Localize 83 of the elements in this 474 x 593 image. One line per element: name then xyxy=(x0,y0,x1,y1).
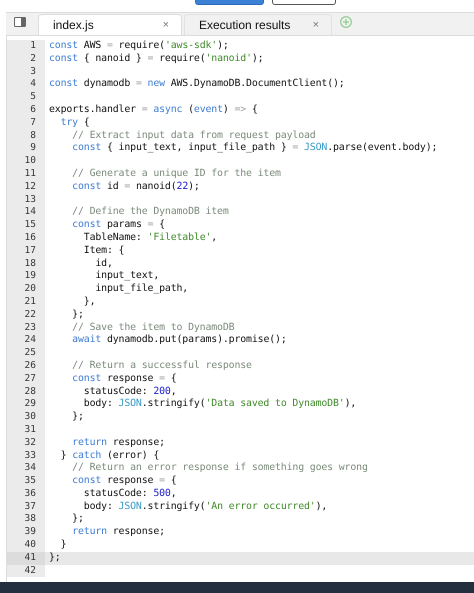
line-number: 5 xyxy=(7,91,45,104)
line-number: 1 xyxy=(7,40,45,53)
line-number: 21 xyxy=(7,296,45,309)
line-number: 37 xyxy=(7,500,45,514)
line-number: 23 xyxy=(7,322,45,334)
code-line: const response = { xyxy=(71,475,177,488)
line-number: 31 xyxy=(7,424,45,437)
editor-tab[interactable]: index.js × xyxy=(38,14,182,35)
code-line: try { xyxy=(60,116,90,130)
line-number: 35 xyxy=(7,475,45,488)
editor-tab[interactable]: Execution results × xyxy=(184,14,332,35)
code-line: const params = { xyxy=(71,219,165,232)
code-line: const dynamodb = new AWS.DynamoDB.DocumentClient(); xyxy=(48,78,345,92)
line-number: 39 xyxy=(7,526,45,540)
code-line: const id = nanoid(22); xyxy=(71,180,200,194)
line-number: 27 xyxy=(7,372,45,386)
line-number: 19 xyxy=(7,270,45,284)
line-number: 11 xyxy=(7,168,45,181)
line-number: 20 xyxy=(7,283,45,296)
line-number: 25 xyxy=(7,347,45,360)
line-number: 29 xyxy=(7,398,45,412)
code-line: input_text, xyxy=(94,270,160,284)
code-line: const { nanoid } = require('nanoid'); xyxy=(48,52,264,66)
code-line: }; xyxy=(71,308,84,322)
code-line: const AWS = require('aws-sdk'); xyxy=(48,40,229,53)
code-line: // Return a successful response xyxy=(71,360,252,373)
line-number: 14 xyxy=(7,206,45,220)
line-number: 41 xyxy=(7,552,45,565)
line-number: 4 xyxy=(7,78,45,92)
line-number: 7 xyxy=(7,116,45,130)
code-line: exports.handler = async (event) => { xyxy=(48,104,258,117)
code-line: statusCode: 200, xyxy=(82,386,177,398)
line-number: 22 xyxy=(7,308,45,322)
code-line: return response; xyxy=(71,526,165,540)
line-number: 2 xyxy=(7,52,45,66)
code-line: body: JSON.stringify('Data saved to DynamoDB'), xyxy=(82,398,356,412)
code-line: body: JSON.stringify('An error occurred'), xyxy=(82,500,328,514)
line-number: 6 xyxy=(7,104,45,117)
code-line: // Extract input data from request payload xyxy=(71,130,316,142)
code-line: await dynamodb.put(params).promise(); xyxy=(71,334,287,348)
line-number: 38 xyxy=(7,513,45,526)
close-icon[interactable]: × xyxy=(312,19,319,31)
code-line: const response = { xyxy=(71,372,177,386)
code-line: } xyxy=(60,539,66,552)
line-number: 8 xyxy=(7,130,45,142)
code-line: input_file_path, xyxy=(94,283,188,296)
line-number: 34 xyxy=(7,462,45,476)
code-line: TableName: 'Filetable', xyxy=(82,232,218,245)
line-number: 30 xyxy=(7,411,45,424)
code-line: Item: { xyxy=(82,244,124,258)
line-number: 15 xyxy=(7,219,45,232)
code-line: }; xyxy=(48,552,61,565)
line-number: 12 xyxy=(7,180,45,194)
code-line: // Define the DynamoDB item xyxy=(71,206,229,220)
line-number: 26 xyxy=(7,360,45,373)
code-line: statusCode: 500, xyxy=(82,488,177,501)
line-number: 40 xyxy=(7,539,45,552)
line-number: 10 xyxy=(7,155,45,168)
code-line: // Save the item to DynamoDB xyxy=(71,322,234,334)
secondary-button[interactable] xyxy=(272,0,336,5)
line-number: 18 xyxy=(7,258,45,270)
code-line: // Generate a unique ID for the item xyxy=(71,168,281,181)
code-line: const { input_text, input_file_path } = JSON.parse(event.body); xyxy=(71,142,438,156)
line-number: 13 xyxy=(7,194,45,206)
code-line: }, xyxy=(82,296,96,309)
line-number: 17 xyxy=(7,244,45,258)
line-number: 16 xyxy=(7,232,45,245)
line-number: 36 xyxy=(7,488,45,501)
line-number: 32 xyxy=(7,436,45,450)
code-line: id, xyxy=(94,258,113,270)
code-line: return response; xyxy=(71,436,165,450)
line-number: 24 xyxy=(7,334,45,348)
code-line: } catch (error) { xyxy=(60,450,160,462)
line-number: 28 xyxy=(7,386,45,398)
code-line: // Return an error response if something goes wrong xyxy=(71,462,368,476)
panel-toggle-icon[interactable] xyxy=(14,16,26,26)
line-number: 9 xyxy=(7,142,45,156)
code-line: }; xyxy=(71,513,84,526)
line-number: 3 xyxy=(7,66,45,78)
code-line: }; xyxy=(71,411,84,424)
line-number: 42 xyxy=(7,564,45,578)
close-icon[interactable]: × xyxy=(162,19,169,31)
line-number: 33 xyxy=(7,450,45,462)
